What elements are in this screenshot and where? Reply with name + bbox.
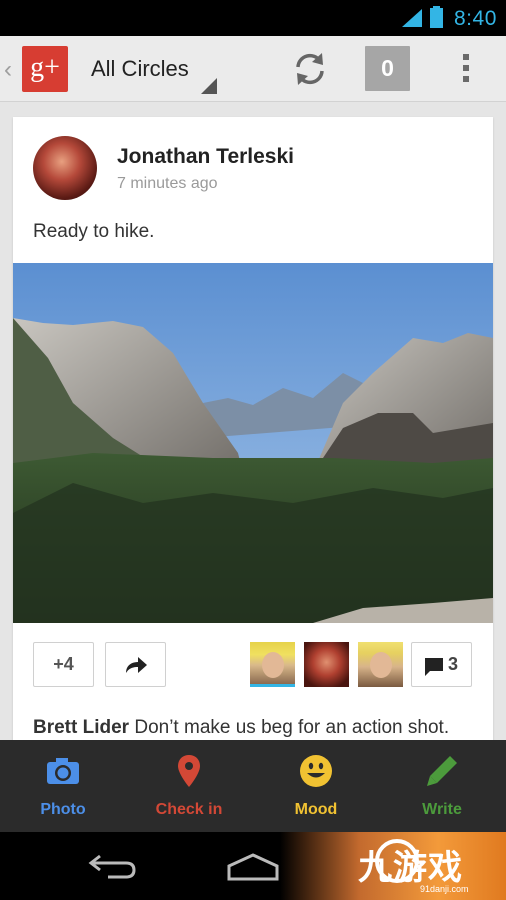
- comment-preview[interactable]: Brett Lider Don’t make us beg for an act…: [33, 717, 449, 739]
- check-in-button[interactable]: Check in: [126, 740, 252, 832]
- mood-label: Mood: [294, 801, 338, 818]
- comment-count: 3: [448, 654, 459, 674]
- battery-icon: [430, 6, 443, 28]
- watermark-url: 91danji.com: [420, 884, 469, 894]
- comments-button[interactable]: 3: [411, 642, 472, 687]
- post-photo[interactable]: [13, 263, 493, 623]
- overflow-menu-icon[interactable]: [462, 54, 470, 84]
- author-avatar[interactable]: [33, 136, 97, 200]
- home-icon[interactable]: [226, 852, 280, 882]
- plusser-avatar[interactable]: [250, 642, 295, 687]
- comment-bubble-icon: [425, 658, 443, 676]
- circle-selector[interactable]: All Circles: [91, 56, 189, 82]
- up-caret-icon[interactable]: ‹: [4, 56, 12, 84]
- action-bar: ‹ g+ All Circles: [0, 36, 506, 102]
- post-text: Ready to hike.: [33, 221, 155, 242]
- pencil-icon: [427, 756, 457, 786]
- share-button[interactable]: [105, 642, 166, 687]
- author-name[interactable]: Jonathan Terleski: [117, 145, 294, 169]
- post-card[interactable]: Jonathan Terleski 7 minutes ago Ready to…: [13, 117, 493, 757]
- map-pin-icon: [178, 755, 200, 787]
- navigation-bar: 九游戏 91danji.com: [0, 832, 506, 900]
- plusser-avatar[interactable]: [304, 642, 349, 687]
- post-timestamp: 7 minutes ago: [117, 175, 218, 192]
- photo-label: Photo: [40, 801, 86, 818]
- plusser-avatar[interactable]: [358, 642, 403, 687]
- clock: 8:40: [454, 7, 497, 30]
- comment-text: Don’t make us beg for an action shot.: [134, 717, 450, 738]
- write-button[interactable]: Write: [379, 740, 505, 832]
- dropdown-indicator-icon: [201, 78, 217, 94]
- google-plus-logo[interactable]: g+: [22, 46, 68, 92]
- mood-button[interactable]: Mood: [253, 740, 379, 832]
- plus-one-button[interactable]: +4: [33, 642, 94, 687]
- camera-icon: [47, 758, 79, 784]
- watermark: 九游戏 91danji.com: [280, 832, 506, 900]
- refresh-icon[interactable]: [292, 51, 328, 87]
- back-icon[interactable]: [88, 852, 138, 880]
- comment-author[interactable]: Brett Lider: [33, 717, 129, 738]
- notification-count-badge[interactable]: 0: [365, 46, 410, 91]
- share-arrow-icon: [126, 657, 147, 673]
- status-bar: 8:40: [0, 0, 506, 36]
- check-in-label: Check in: [155, 801, 223, 818]
- bottom-action-bar: Photo Check in Mood Write: [0, 740, 506, 832]
- watermark-text: 九游戏: [358, 849, 463, 887]
- photo-button[interactable]: Photo: [0, 740, 126, 832]
- signal-icon: [402, 9, 422, 27]
- write-label: Write: [422, 801, 462, 818]
- smiley-icon: [300, 755, 332, 787]
